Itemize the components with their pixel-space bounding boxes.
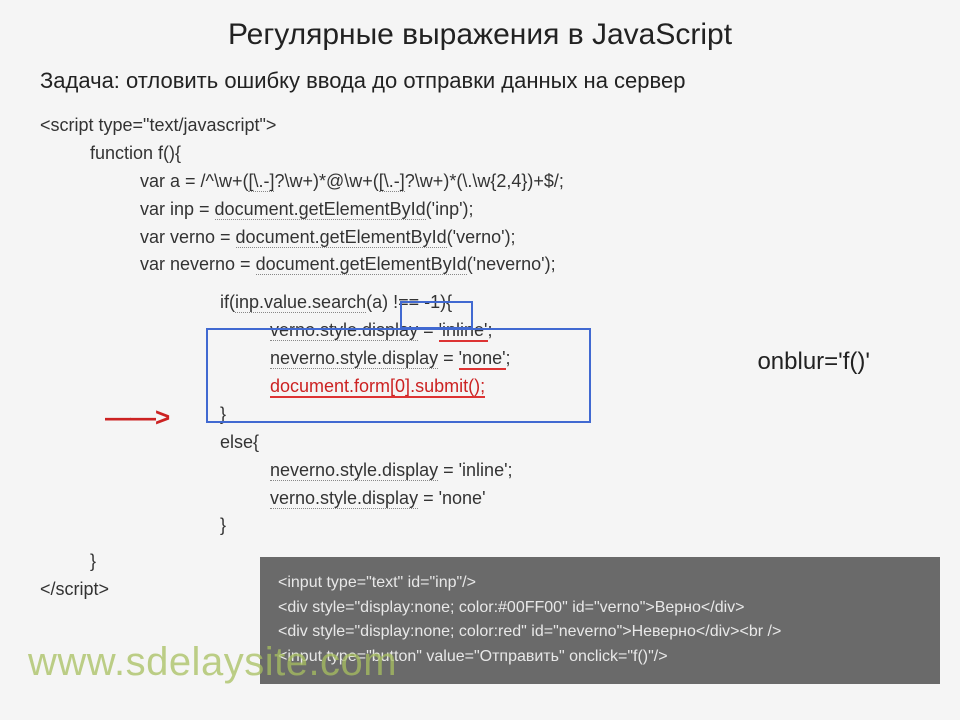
code-line: <script type="text/javascript"> <box>40 112 930 140</box>
code-line: document.form[0].submit(); <box>40 373 930 401</box>
code-line: var a = /^\w+([\.-]?\w+)*@\w+([\.-]?\w+)… <box>40 168 930 196</box>
code-line: var neverno = document.getElementById('n… <box>40 251 930 279</box>
code-line: var inp = document.getElementById('inp')… <box>40 196 930 224</box>
code-line: function f(){ <box>40 140 930 168</box>
slide-subtitle: Задача: отловить ошибку ввода до отправк… <box>30 68 930 94</box>
code-line: neverno.style.display = 'inline'; <box>40 457 930 485</box>
code-line: } <box>40 401 930 429</box>
arrow-annotation: ——> <box>105 397 169 437</box>
onblur-annotation: onblur='f()' <box>757 348 870 376</box>
code-line: if(inp.value.search(a) !== -1){ <box>40 289 930 317</box>
code-line: var verno = document.getElementById('ver… <box>40 224 930 252</box>
code-line: verno.style.display = 'inline'; <box>40 317 930 345</box>
code-line: verno.style.display = 'none' <box>40 485 930 513</box>
code-line: } <box>40 512 930 540</box>
footer-line: <input type="text" id="inp"/> <box>278 571 922 596</box>
watermark: www.sdelaysite.com <box>28 640 397 685</box>
footer-line: <div style="display:none; color:#00FF00"… <box>278 596 922 621</box>
code-line: else{ <box>40 429 930 457</box>
slide-title: Регулярные выражения в JavaScript <box>30 18 930 52</box>
